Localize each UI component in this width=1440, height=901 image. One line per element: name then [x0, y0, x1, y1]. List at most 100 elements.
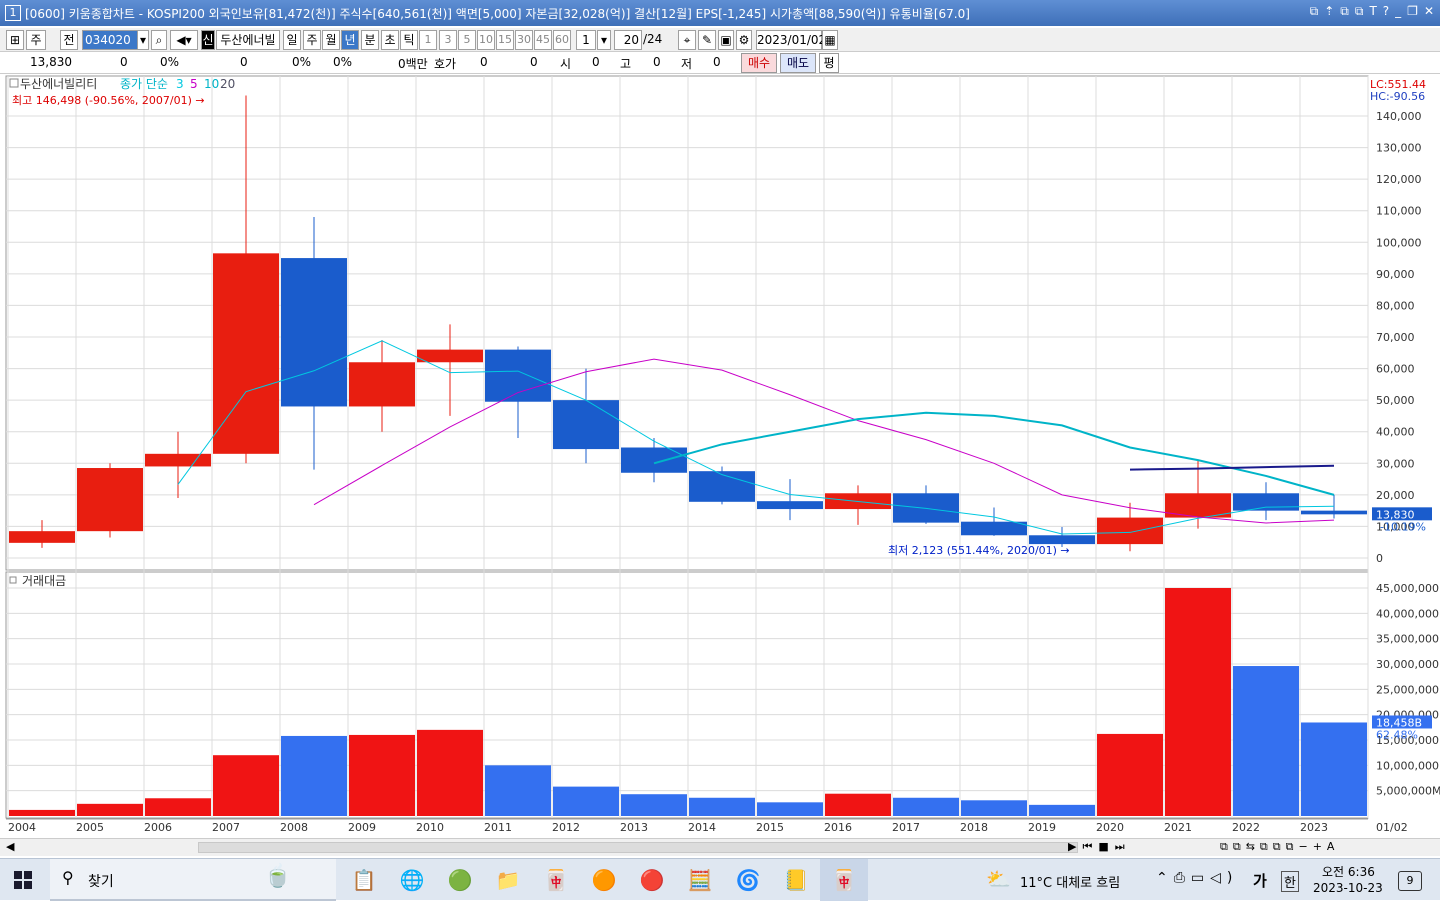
app2-icon[interactable]: 🔴 [628, 859, 676, 901]
calculator-icon[interactable]: 🧮 [676, 859, 724, 901]
clock-date[interactable]: 2023-10-23 [1313, 881, 1383, 895]
interval-button-3[interactable]: 10 [477, 30, 495, 50]
date-input[interactable]: 2023/01/02 [756, 30, 826, 50]
x-axis-label: 2009 [348, 821, 376, 834]
eval-button[interactable]: 평 [819, 53, 839, 73]
interval-button-0[interactable]: 1 [419, 30, 437, 50]
window-button-1[interactable]: ⇡ [1324, 4, 1334, 19]
trading-value-bar [349, 734, 415, 816]
code-dropdown-icon[interactable]: ▾ [137, 30, 149, 50]
window-button-4[interactable]: T [1369, 4, 1376, 19]
calendar-icon[interactable]: ▦ [822, 30, 838, 50]
interval-button-5[interactable]: 30 [515, 30, 533, 50]
taskbar-search-box[interactable]: ⚲ 찾기 🍵 [50, 859, 336, 901]
period-button-1[interactable]: 주 [303, 30, 321, 50]
all-button[interactable]: 전 [60, 30, 78, 50]
layout-icon[interactable]: ⊞ [6, 30, 24, 50]
weather-text[interactable]: 11°C 대체로 흐림 [1020, 872, 1120, 891]
window-button-2[interactable]: ⧉ [1340, 4, 1349, 19]
current-price-pct: -10.19% [1380, 520, 1426, 533]
sound-icon[interactable]: ◀▾ [170, 30, 198, 50]
ime-indicator[interactable]: 가 [1253, 870, 1267, 891]
scroll-thumb[interactable] [198, 842, 1078, 853]
x-axis-label: 2007 [212, 821, 240, 834]
period-button-6[interactable]: 틱 [400, 30, 418, 50]
horizontal-scrollbar[interactable]: ◀ ▶⏮■⏭ ⧉⧉⇆⧉⧉⧉−+A [0, 838, 1440, 856]
kiwoom-active-icon[interactable]: 🀄 [820, 859, 868, 901]
notification-icon[interactable]: 9 [1398, 871, 1422, 891]
stock-code-input[interactable]: 034020 [82, 30, 138, 50]
period-button-5[interactable]: 초 [381, 30, 399, 50]
search-label: 찾기 [88, 874, 114, 890]
app-icon[interactable]: 🟠 [580, 859, 628, 901]
window-button-8[interactable]: ✕ [1424, 4, 1434, 19]
sticky-notes-icon[interactable]: 📒 [772, 859, 820, 901]
x-axis-label: 2017 [892, 821, 920, 834]
settings-icon[interactable]: ⚙ [736, 30, 752, 50]
period-button-4[interactable]: 분 [361, 30, 379, 50]
candle-body [621, 447, 687, 473]
kiwoom-icon[interactable]: 🀄 [532, 859, 580, 901]
period-button-2[interactable]: 월 [322, 30, 340, 50]
interval-button-7[interactable]: 60 [553, 30, 571, 50]
crosshair-icon[interactable]: ⌖ [678, 30, 696, 50]
ma-legend-period: 5 [190, 77, 198, 91]
interval-button-6[interactable]: 45 [534, 30, 552, 50]
window-button-6[interactable]: _ [1395, 4, 1401, 19]
playback-controls-icon[interactable]: ▶⏮■⏭ [1068, 840, 1131, 854]
zoom-controls-icon[interactable]: ⧉⧉⇆⧉⧉⧉−+A [1220, 840, 1339, 854]
x-axis-label: 2011 [484, 821, 512, 834]
window-title: [0600] 키움종합차트 - KOSPI200 외국인보유[81,472(천)… [25, 6, 970, 21]
window-button-5[interactable]: ? [1383, 4, 1389, 19]
save-icon[interactable]: ▣ [718, 30, 734, 50]
price-axis-label: 30,000 [1376, 457, 1415, 470]
scroll-left-icon[interactable]: ◀ [6, 840, 14, 853]
window-button-7[interactable]: ❐ [1407, 4, 1418, 19]
edge-icon[interactable]: 🌐 [388, 859, 436, 901]
x-axis-label: 2023 [1300, 821, 1328, 834]
trading-value-bar [1029, 804, 1095, 816]
x-axis-label: 2012 [552, 821, 580, 834]
app3-icon[interactable]: 🌀 [724, 859, 772, 901]
language-indicator[interactable]: 한 [1281, 871, 1299, 892]
candle-body [485, 349, 551, 402]
search-icon[interactable]: ⌕ [151, 30, 167, 50]
chart-toolbar: ⊞ 주 전 034020 ▾ ⌕ ◀▾ 신 두산에너빌 일주월년분초틱 1351… [0, 28, 1440, 52]
interval-dropdown-icon[interactable]: ▾ [597, 30, 611, 50]
interval-button-2[interactable]: 5 [458, 30, 476, 50]
stock-chart[interactable]: 140,000 130,000 120,000 110,000 100,000 90,00… [0, 74, 1440, 838]
price-axis-label: 130,000 [1376, 142, 1422, 155]
trading-value-bar [757, 802, 823, 816]
period-button-0[interactable]: 일 [283, 30, 301, 50]
stock-legend-label: 두산에너빌리티 [20, 77, 97, 91]
candle-body [961, 521, 1027, 536]
sell-button[interactable]: 매도 [780, 53, 816, 73]
task-view-icon[interactable]: 📋 [340, 859, 388, 901]
open-value: 0 [592, 55, 600, 69]
chrome-icon[interactable]: 🟢 [436, 859, 484, 901]
tray-icons[interactable]: ⌃⎙▭◁) [1156, 870, 1238, 886]
trading-value-bar [485, 765, 551, 816]
tools-icon[interactable]: ✎ [698, 30, 716, 50]
value-axis-label: 10,000,000 [1376, 759, 1439, 772]
interval-value[interactable]: 1 [576, 30, 596, 50]
weather-icon[interactable]: ⛅ [986, 867, 1011, 891]
x-axis-end-label: 01/02 [1376, 821, 1408, 834]
windows-start-icon[interactable] [14, 871, 32, 889]
low-label: 저 [681, 57, 693, 71]
period-button-3[interactable]: 년 [341, 30, 359, 50]
count-input[interactable]: 20 [614, 30, 642, 50]
price-axis-label: 50,000 [1376, 394, 1415, 407]
x-axis-label: 2006 [144, 821, 172, 834]
market-select[interactable]: 주 [26, 30, 46, 50]
candle-body [1029, 535, 1095, 545]
window-button-0[interactable]: ⧉ [1310, 4, 1319, 19]
clock-time[interactable]: 오전 6:36 [1322, 863, 1375, 880]
window-button-3[interactable]: ⧉ [1355, 4, 1364, 19]
interval-button-4[interactable]: 15 [496, 30, 514, 50]
candle-body [1233, 493, 1299, 511]
new-button[interactable]: 신 [201, 30, 215, 50]
buy-button[interactable]: 매수 [741, 53, 777, 73]
explorer-icon[interactable]: 📁 [484, 859, 532, 901]
interval-button-1[interactable]: 3 [439, 30, 457, 50]
